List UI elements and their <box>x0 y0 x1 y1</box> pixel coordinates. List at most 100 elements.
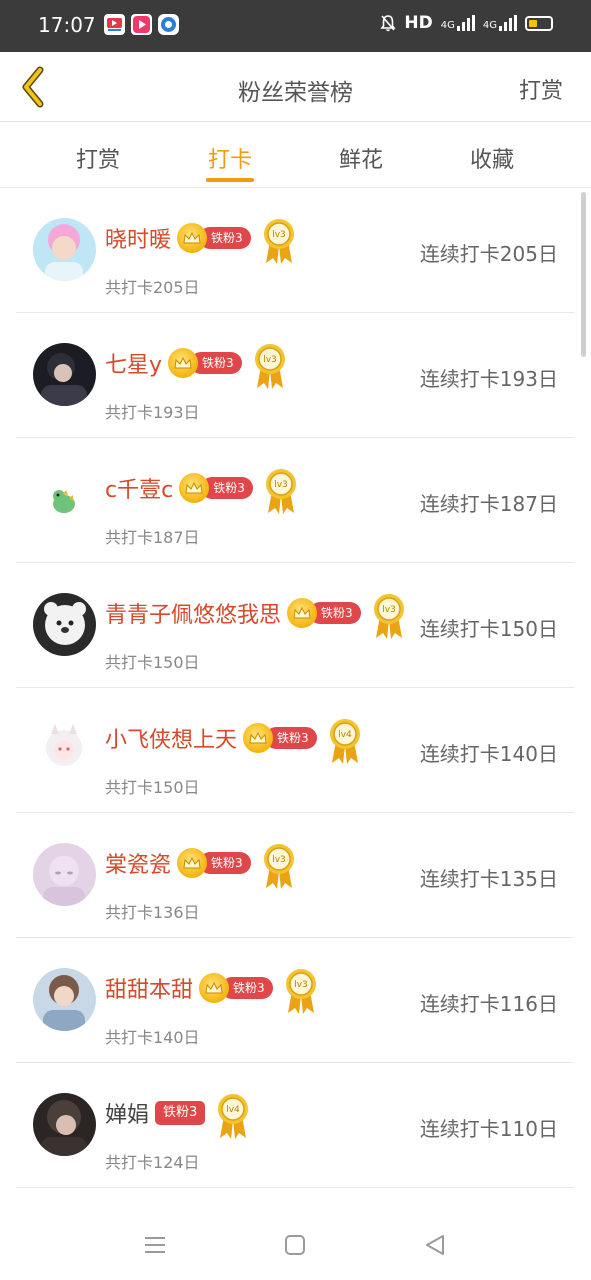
status-right: HD 4G 4G <box>380 13 553 33</box>
tab-checkin[interactable]: 打卡 <box>190 142 270 174</box>
avatar[interactable] <box>33 718 96 781</box>
video-app-icon <box>104 14 125 35</box>
total-checkin: 共打卡205日 <box>105 278 200 297</box>
streak-checkin: 连续打卡205日 <box>419 242 558 266</box>
fan-badge: 铁粉3 <box>155 1101 206 1125</box>
avatar[interactable] <box>33 593 96 656</box>
signal-2-bars <box>499 15 517 31</box>
bell-off-icon <box>380 15 397 32</box>
name-line: c千壹c 铁粉3 lv3 <box>105 468 299 514</box>
signal-2-label: 4G <box>482 20 497 31</box>
avatar[interactable] <box>33 968 96 1031</box>
list-item[interactable]: 青青子佩悠悠我思 铁粉3 lv3 共打卡150日 连续打卡150日 <box>16 563 574 688</box>
user-name[interactable]: 小飞侠想上天 <box>105 722 237 754</box>
avatar[interactable] <box>33 468 96 531</box>
notification-icons <box>104 14 179 35</box>
list-item[interactable]: 甜甜本甜 铁粉3 lv3 共打卡140日 连续打卡116日 <box>16 938 574 1063</box>
level-label: lv3 <box>272 230 286 240</box>
menu-button[interactable] <box>140 1230 170 1260</box>
fan-badge: 铁粉3 <box>179 473 253 503</box>
level-medal-icon: lv4 <box>218 1094 249 1139</box>
level-medal-icon: lv4 <box>329 719 360 764</box>
crown-icon <box>177 848 208 878</box>
crown-icon <box>179 473 210 503</box>
name-line: 棠瓷瓷 铁粉3 lv3 <box>105 843 297 889</box>
header: 粉丝荣誉榜 打赏 <box>0 52 591 122</box>
user-name[interactable]: 婵娟 <box>105 1097 149 1129</box>
level-medal-icon: lv3 <box>254 344 285 389</box>
name-line: 青青子佩悠悠我思 铁粉3 lv3 <box>105 593 407 639</box>
level-medal-icon: lv3 <box>373 594 404 639</box>
network-hd: HD <box>404 13 433 33</box>
level-medal-icon: lv3 <box>285 969 316 1014</box>
level-label: lv3 <box>274 480 288 490</box>
tab-flowers[interactable]: 鲜花 <box>321 142 401 174</box>
total-checkin: 共打卡193日 <box>105 403 200 422</box>
status-time: 17:07 <box>38 13 96 37</box>
player-app-icon <box>131 14 152 35</box>
tab-favorites[interactable]: 收藏 <box>452 142 532 174</box>
crown-icon <box>199 973 230 1003</box>
tab-reward[interactable]: 打赏 <box>58 142 138 174</box>
fan-badge: 铁粉3 <box>199 973 273 1003</box>
signal-2: 4G <box>483 15 517 31</box>
fan-level-badge: 铁粉3 <box>155 1101 206 1125</box>
total-checkin: 共打卡124日 <box>105 1153 200 1172</box>
list-item[interactable]: c千壹c 铁粉3 lv3 共打卡187日 连续打卡187日 <box>16 438 574 563</box>
name-line: 甜甜本甜 铁粉3 lv3 <box>105 968 319 1014</box>
level-label: lv3 <box>382 605 396 615</box>
list-item[interactable]: 晓时暖 铁粉3 lv3 共打卡205日 连续打卡205日 <box>16 188 574 313</box>
crown-icon <box>243 723 274 753</box>
battery-icon <box>525 15 553 31</box>
total-checkin: 共打卡140日 <box>105 1028 200 1047</box>
crown-icon <box>177 223 208 253</box>
tab-active-indicator <box>206 178 254 182</box>
name-line: 七星y 铁粉3 lv3 <box>105 343 288 389</box>
streak-checkin: 连续打卡135日 <box>419 867 558 891</box>
list-item[interactable]: 七星y 铁粉3 lv3 共打卡193日 连续打卡193日 <box>16 313 574 438</box>
fan-badge: 铁粉3 <box>177 223 251 253</box>
signal-1-bars <box>456 15 475 31</box>
user-name[interactable]: c千壹c <box>105 472 173 504</box>
streak-checkin: 连续打卡110日 <box>419 1117 558 1141</box>
menu-icon <box>145 1237 165 1253</box>
ranking-list: 晓时暖 铁粉3 lv3 共打卡205日 连续打卡205日 七星y 铁粉3 lv3… <box>16 188 574 1188</box>
triangle-back-icon <box>426 1235 444 1255</box>
level-label: lv4 <box>338 730 352 740</box>
reward-button[interactable]: 打赏 <box>519 73 563 105</box>
total-checkin: 共打卡150日 <box>105 653 200 672</box>
name-line: 晓时暖 铁粉3 lv3 <box>105 218 297 264</box>
user-name[interactable]: 甜甜本甜 <box>105 972 193 1004</box>
list-item[interactable]: 棠瓷瓷 铁粉3 lv3 共打卡136日 连续打卡135日 <box>16 813 574 938</box>
avatar[interactable] <box>33 343 96 406</box>
level-medal-icon: lv3 <box>265 469 296 514</box>
user-name[interactable]: 棠瓷瓷 <box>105 847 171 879</box>
level-medal-icon: lv3 <box>263 844 294 889</box>
avatar[interactable] <box>33 843 96 906</box>
fan-badge: 铁粉3 <box>287 598 361 628</box>
page-title: 粉丝荣誉榜 <box>238 80 353 106</box>
level-medal-icon: lv3 <box>263 219 294 264</box>
total-checkin: 共打卡187日 <box>105 528 200 547</box>
list-item[interactable]: 小飞侠想上天 铁粉3 lv4 共打卡150日 连续打卡140日 <box>16 688 574 813</box>
streak-checkin: 连续打卡140日 <box>419 742 558 766</box>
fan-badge: 铁粉3 <box>177 848 251 878</box>
avatar[interactable] <box>33 1093 96 1156</box>
name-line: 婵娟 铁粉3 lv4 <box>105 1093 251 1139</box>
level-label: lv3 <box>294 980 308 990</box>
list-item[interactable]: 婵娟 铁粉3 lv4 共打卡124日 连续打卡110日 <box>16 1063 574 1188</box>
home-button[interactable] <box>280 1230 310 1260</box>
back-nav-button[interactable] <box>420 1230 450 1260</box>
scrollbar[interactable] <box>581 192 586 357</box>
total-checkin: 共打卡136日 <box>105 903 200 922</box>
square-icon <box>285 1235 305 1255</box>
streak-checkin: 连续打卡187日 <box>419 492 558 516</box>
user-name[interactable]: 晓时暖 <box>105 222 171 254</box>
avatar[interactable] <box>33 218 96 281</box>
crown-icon <box>287 598 318 628</box>
user-name[interactable]: 青青子佩悠悠我思 <box>105 597 281 629</box>
level-label: lv3 <box>272 855 286 865</box>
fan-badge: 铁粉3 <box>243 723 317 753</box>
user-name[interactable]: 七星y <box>105 347 162 379</box>
streak-checkin: 连续打卡116日 <box>419 992 558 1016</box>
